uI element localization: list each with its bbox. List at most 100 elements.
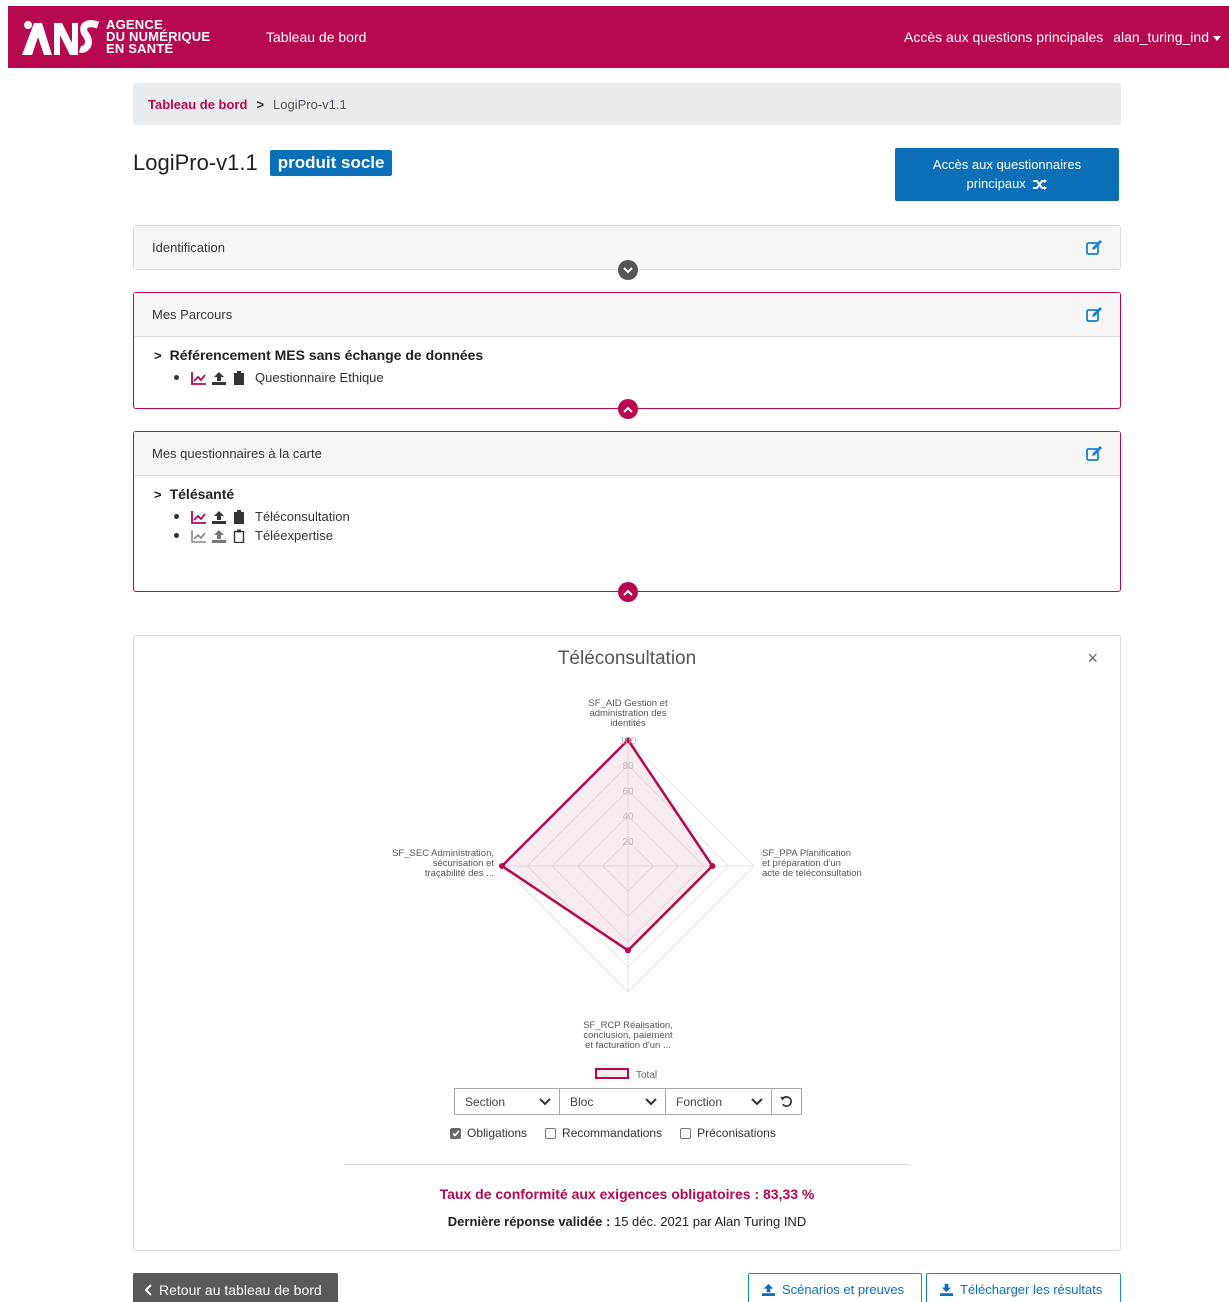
- series-total-area: [500, 738, 714, 952]
- parcours-title: Mes Parcours: [152, 307, 233, 322]
- clipboard-icon[interactable]: [231, 370, 247, 385]
- recommandations-label: Recommandations: [562, 1126, 663, 1140]
- expand-toggle-icon[interactable]: [618, 260, 638, 280]
- breadcrumb-current: LogiPro-v1.1: [273, 96, 347, 112]
- identification-title: Identification: [152, 240, 225, 255]
- axis-label: acte de téléconsultation: [762, 868, 862, 879]
- carte-group-label: Télésanté: [169, 486, 235, 502]
- divider: [344, 1164, 910, 1165]
- filter-selects: Section Bloc Fonction: [454, 1088, 802, 1115]
- main-questionnaires-button[interactable]: Accès aux questionnaires principaux: [895, 148, 1119, 201]
- legend-swatch: [595, 1068, 629, 1079]
- download-results-button[interactable]: Télécharger les résultats: [926, 1273, 1121, 1302]
- data-point: [625, 947, 631, 954]
- ans-logo-text: AGENCE DU NUMÉRIQUE EN SANTÉ: [106, 17, 211, 56]
- upload-icon: [762, 1283, 775, 1296]
- radar-chart: 20406080100SF_AID Gestion etadministrati…: [392, 698, 862, 1081]
- last-response: Dernière réponse validée : 15 déc. 2021 …: [447, 1214, 807, 1229]
- list-item: Téléconsultation: [174, 509, 1120, 524]
- list-item: Téléexpertise: [174, 528, 1120, 543]
- chart-line-icon[interactable]: [191, 371, 207, 385]
- top-navbar: AGENCE DU NUMÉRIQUE EN SANTÉ Tableau de …: [8, 6, 1229, 68]
- tick-label: 60: [622, 786, 634, 797]
- tick-label: 80: [622, 761, 634, 772]
- bloc-select[interactable]: Bloc: [560, 1088, 666, 1115]
- checkbox-icon: [545, 1127, 557, 1139]
- nav-dashboard-link[interactable]: Tableau de bord: [266, 29, 366, 45]
- obligations-checkbox[interactable]: Obligations: [450, 1126, 527, 1140]
- user-menu[interactable]: alan_turing_ind: [1113, 29, 1221, 45]
- recommandations-checkbox[interactable]: Recommandations: [545, 1126, 662, 1140]
- clipboard-outline-icon[interactable]: [231, 529, 247, 543]
- back-label: Retour au tableau de bord: [159, 1281, 322, 1298]
- parcours-group-label: Référencement MES sans échange de donnée…: [169, 347, 484, 363]
- obligations-label: Obligations: [467, 1126, 528, 1140]
- download-label: Télécharger les résultats: [960, 1282, 1103, 1297]
- collapse-toggle-icon[interactable]: [618, 399, 638, 419]
- product-name: LogiPro-v1.1: [133, 150, 258, 175]
- page-title: LogiPro-v1.1 produit socle: [133, 150, 393, 176]
- chart-panel: Téléconsultation × 20 40 60 80 100 SF_AID Ges…: [133, 635, 1121, 1251]
- upload-icon[interactable]: [211, 371, 227, 385]
- parcours-header[interactable]: Mes Parcours: [134, 293, 1120, 337]
- chevron-down-icon: [751, 1097, 763, 1105]
- product-badge: produit socle: [269, 150, 393, 176]
- filter-checkboxes: Obligations Recommandations Préconisatio…: [450, 1126, 776, 1140]
- scenarios-button[interactable]: Scénarios et preuves: [748, 1273, 922, 1302]
- data-point: [499, 863, 505, 869]
- edit-icon[interactable]: [1086, 307, 1102, 323]
- clipboard-icon[interactable]: [231, 509, 247, 524]
- checkbox-checked-icon: [450, 1127, 461, 1139]
- legend-label: Total: [636, 1070, 657, 1081]
- collapse-toggle-icon[interactable]: [618, 582, 638, 602]
- parcours-group[interactable]: > Référencement MES sans échange de donn…: [154, 347, 1120, 363]
- upload-icon[interactable]: [211, 510, 227, 524]
- questionnaire-link[interactable]: Téléexpertise: [255, 528, 333, 543]
- data-point: [709, 863, 716, 869]
- chart-line-icon[interactable]: [191, 510, 207, 524]
- edit-icon[interactable]: [1086, 240, 1102, 256]
- carte-group[interactable]: > Télésanté: [154, 486, 1120, 502]
- chart-line-icon[interactable]: [191, 529, 207, 543]
- undo-icon: [780, 1096, 792, 1107]
- breadcrumb-separator-icon: >: [256, 96, 265, 112]
- chart-title: Téléconsultation: [557, 648, 697, 669]
- shuffle-icon: [1033, 179, 1048, 191]
- download-icon: [940, 1283, 953, 1296]
- parcours-card: Mes Parcours > Référencement MES sans éc…: [133, 292, 1121, 419]
- fonction-select[interactable]: Fonction: [666, 1088, 772, 1115]
- questionnaire-link[interactable]: Questionnaire Ethique: [255, 370, 384, 385]
- carte-card: Mes questionnaires à la carte > Télésant…: [133, 431, 1121, 602]
- preconisations-label: Préconisations: [697, 1126, 776, 1140]
- conformity-rate: Taux de conformité aux exigences obligat…: [439, 1186, 815, 1202]
- edit-icon[interactable]: [1086, 446, 1102, 462]
- scenarios-label: Scénarios et preuves: [782, 1282, 905, 1297]
- breadcrumb-link-dashboard[interactable]: Tableau de bord: [148, 97, 247, 112]
- upload-icon[interactable]: [211, 529, 227, 543]
- carte-title: Mes questionnaires à la carte: [152, 446, 322, 461]
- chevron-down-icon: [1213, 35, 1221, 41]
- chevron-down-icon: [645, 1097, 657, 1105]
- main-questionnaires-label-1: Accès aux questionnaires: [932, 157, 1082, 172]
- section-select[interactable]: Section: [454, 1088, 560, 1115]
- ans-logo[interactable]: AGENCE DU NUMÉRIQUE EN SANTÉ: [20, 15, 210, 59]
- main-questionnaires-label-2: principaux: [966, 176, 1026, 191]
- tick-label: 20: [622, 837, 634, 848]
- checkbox-icon: [680, 1127, 692, 1139]
- breadcrumb: Tableau de bord > LogiPro-v1.1: [133, 83, 1121, 125]
- tick-label: 100: [620, 736, 637, 747]
- user-name: alan_turing_ind: [1113, 29, 1209, 45]
- chevron-down-icon: [539, 1097, 551, 1105]
- list-item: Questionnaire Ethique: [174, 370, 1120, 385]
- ans-logo-icon: [22, 20, 100, 55]
- preconisations-checkbox[interactable]: Préconisations: [680, 1126, 776, 1140]
- questionnaire-link[interactable]: Téléconsultation: [255, 509, 350, 524]
- nav-main-questions-link[interactable]: Accès aux questions principales: [904, 29, 1103, 45]
- chevron-right-icon: >: [154, 486, 162, 502]
- carte-header[interactable]: Mes questionnaires à la carte: [134, 432, 1120, 476]
- reset-button[interactable]: [772, 1088, 802, 1115]
- back-to-dashboard-button[interactable]: Retour au tableau de bord: [133, 1273, 338, 1302]
- axis-label: et facturation d'un ...: [585, 1040, 671, 1051]
- identification-card: Identification: [133, 225, 1121, 280]
- close-icon[interactable]: ×: [1087, 648, 1098, 669]
